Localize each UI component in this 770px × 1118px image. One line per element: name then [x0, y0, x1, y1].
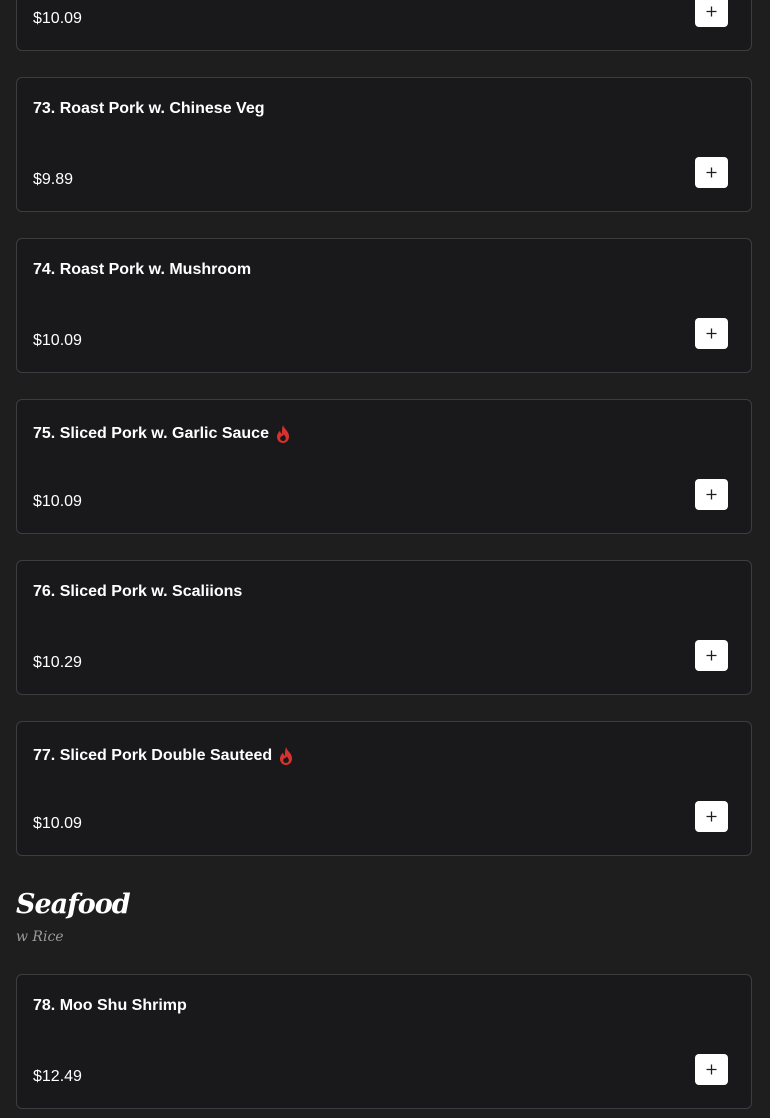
menu-item-price: $9.89 [33, 171, 74, 188]
add-to-cart-button[interactable] [695, 318, 728, 349]
section-title-seafood: Seafood [16, 889, 131, 920]
menu-item-price: $12.49 [33, 1068, 82, 1085]
flame-icon [280, 747, 293, 765]
menu-item-title: 74. Roast Pork w. Mushroom [33, 261, 251, 279]
menu-item-price: $10.09 [33, 332, 82, 349]
menu-item-title: 73. Roast Pork w. Chinese Veg [33, 100, 265, 118]
plus-icon [706, 6, 717, 17]
menu-item-card[interactable]: 76. Sliced Pork w. Scaliions $10.29 [16, 560, 752, 695]
menu-item-name: 74. Roast Pork w. Mushroom [33, 261, 252, 278]
menu-item-card[interactable]: 78. Moo Shu Shrimp $12.49 [16, 974, 752, 1109]
menu-item-name: 75. Sliced Pork w. Garlic Sauce [33, 425, 269, 442]
plus-icon [706, 328, 717, 339]
menu-item-price: $10.09 [33, 493, 82, 510]
add-to-cart-button[interactable] [695, 801, 728, 832]
menu-item-name: 73. Roast Pork w. Chinese Veg [33, 100, 265, 117]
plus-icon [706, 650, 717, 661]
add-to-cart-button[interactable] [695, 479, 728, 510]
add-to-cart-button[interactable] [695, 0, 728, 27]
plus-icon [706, 1064, 717, 1075]
menu-item-name: 76. Sliced Pork w. Scaliions [33, 583, 243, 600]
menu-item-price: $10.09 [33, 10, 82, 27]
menu-item-title: 78. Moo Shu Shrimp [33, 997, 187, 1015]
menu-item-name: 77. Sliced Pork Double Sauteed [33, 747, 273, 764]
menu-item-price: $10.09 [33, 815, 82, 832]
menu-item-card[interactable]: 77. Sliced Pork Double Sauteed $10.09 [16, 721, 752, 856]
menu-item-card[interactable]: 74. Roast Pork w. Mushroom $10.09 [16, 238, 752, 373]
menu-item-title: 77. Sliced Pork Double Sauteed [33, 746, 294, 766]
menu-item-card[interactable]: 73. Roast Pork w. Chinese Veg $9.89 [16, 77, 752, 212]
menu-item-card[interactable]: 75. Sliced Pork w. Garlic Sauce $10.09 [16, 399, 752, 534]
add-to-cart-button[interactable] [695, 640, 728, 671]
add-to-cart-button[interactable] [695, 157, 728, 188]
menu-item-title: 76. Sliced Pork w. Scaliions [33, 583, 242, 601]
menu-item-price: $10.29 [33, 654, 82, 671]
menu-item-title: 75. Sliced Pork w. Garlic Sauce [33, 424, 291, 444]
add-to-cart-button[interactable] [695, 1054, 728, 1085]
plus-icon [706, 811, 717, 822]
flame-icon [276, 425, 289, 443]
menu-page: $10.09 73. Roast Pork w. Chinese Veg $9.… [0, 0, 770, 1118]
plus-icon [706, 489, 717, 500]
menu-item-card[interactable]: $10.09 [16, 0, 752, 51]
section-subtitle: w Rice [16, 929, 64, 945]
plus-icon [706, 167, 717, 178]
menu-item-name: 78. Moo Shu Shrimp [33, 997, 187, 1014]
